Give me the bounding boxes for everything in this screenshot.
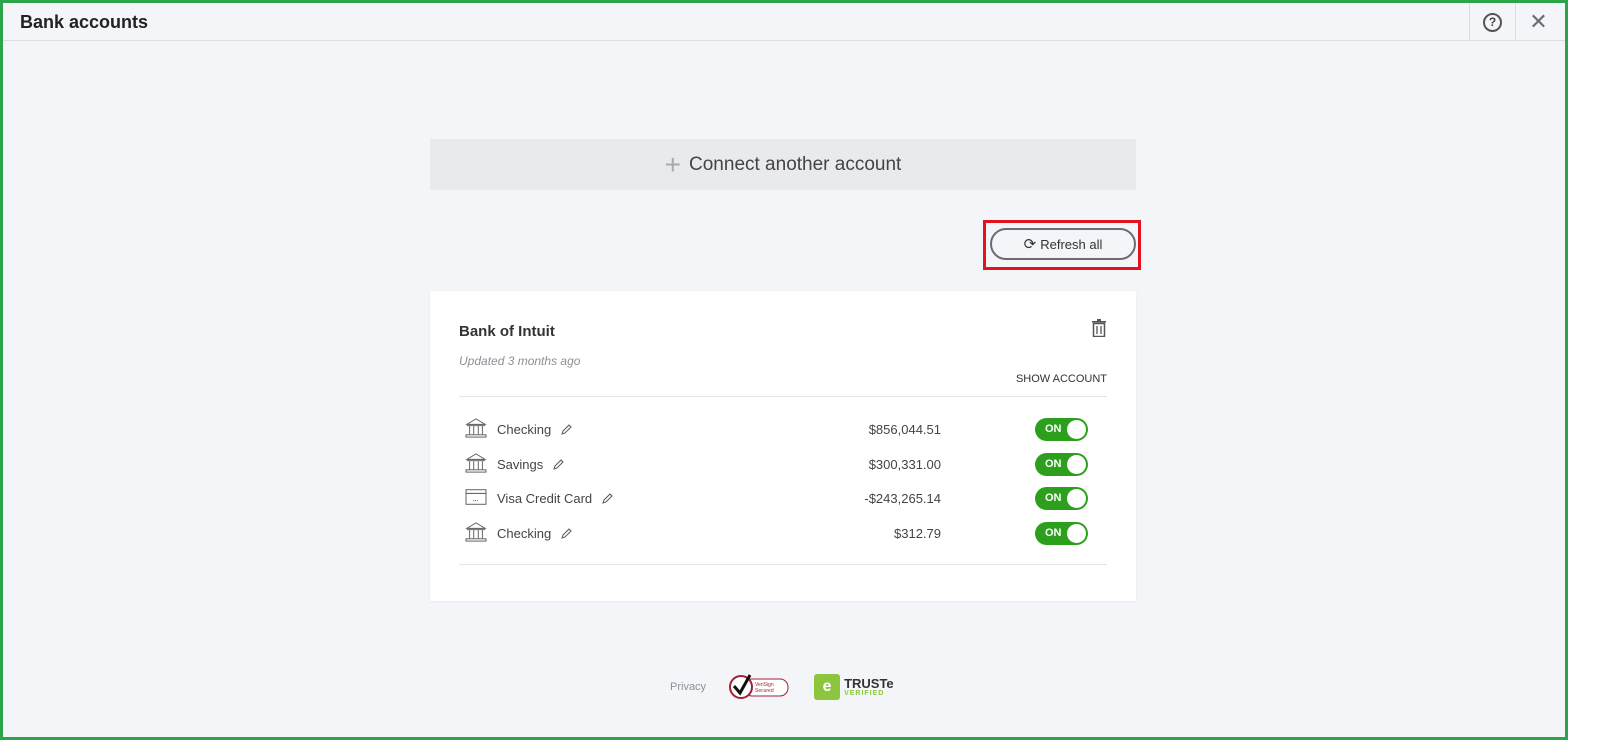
account-amount: -$243,265.14 [864,490,941,506]
pencil-icon[interactable] [552,458,564,470]
bank-icon [465,522,489,544]
truste-logo: e TRUSTe VERIFIED [814,674,894,700]
toggle-knob [1067,419,1086,439]
refresh-all-button[interactable]: ⟳ Refresh all [990,228,1136,260]
window: Bank accounts ? ✕ + Connect another acco… [0,0,1568,740]
connect-another-account-button[interactable]: + Connect another account [430,139,1136,190]
toggle-label: ON [1045,422,1062,435]
account-toggle[interactable]: ON [1035,521,1088,545]
refresh-icon: ⟳ [1023,236,1037,253]
bank-icon [465,418,489,440]
toggle-label: ON [1045,457,1062,470]
bank-icon [465,453,489,475]
account-amount: $856,044.51 [868,421,941,437]
footer: Privacy VeriSign Secured e TRUSTe VERIFIED [670,673,894,701]
refresh-label: Refresh all [1040,236,1103,252]
help-button[interactable]: ? [1469,3,1515,41]
toggle-knob [1067,488,1086,508]
header: Bank accounts ? ✕ [3,3,1565,41]
account-row: Checking $856,044.51 ON [459,414,1107,444]
pencil-icon[interactable] [560,423,572,435]
toggle-knob [1067,523,1086,543]
account-amount: $312.79 [894,525,941,541]
updated-text: Updated 3 months ago [459,354,581,368]
bank-card: Bank of Intuit Updated 3 months ago SHOW… [430,291,1136,601]
account-toggle[interactable]: ON [1035,417,1088,441]
account-name: Savings [497,456,544,472]
plus-icon: + [664,148,682,180]
question-circle-icon: ? [1483,12,1502,32]
account-name: Checking [497,525,552,541]
close-button[interactable]: ✕ [1515,3,1561,41]
account-toggle[interactable]: ON [1035,452,1088,476]
toggle-label: ON [1045,526,1062,539]
account-name: Visa Credit Card [497,490,593,506]
trash-icon[interactable] [1092,319,1106,337]
bank-name: Bank of Intuit [459,323,555,340]
toggle-label: ON [1045,491,1062,504]
credit-card-icon [465,487,489,509]
truste-sub: VERIFIED [844,689,885,697]
pencil-icon[interactable] [601,492,613,504]
account-row: Checking $312.79 ON [459,518,1107,548]
show-account-link[interactable]: SHOW ACCOUNT [1016,373,1107,385]
account-amount: $300,331.00 [868,456,941,472]
account-name: Checking [497,421,552,437]
account-row: Savings $300,331.00 ON [459,449,1107,479]
divider [459,396,1107,397]
connect-label: Connect another account [689,153,902,175]
account-row: Visa Credit Card -$243,265.14 ON [459,483,1107,513]
close-icon: ✕ [1529,9,1548,34]
truste-text: TRUSTe [844,675,894,691]
privacy-link[interactable]: Privacy [670,681,706,693]
svg-text:Secured: Secured [755,688,774,694]
account-toggle[interactable]: ON [1035,486,1088,510]
page-title: Bank accounts [20,12,149,32]
pencil-icon[interactable] [560,527,572,539]
verisign-logo: VeriSign Secured [728,673,790,701]
divider [459,564,1107,565]
toggle-knob [1067,454,1086,474]
